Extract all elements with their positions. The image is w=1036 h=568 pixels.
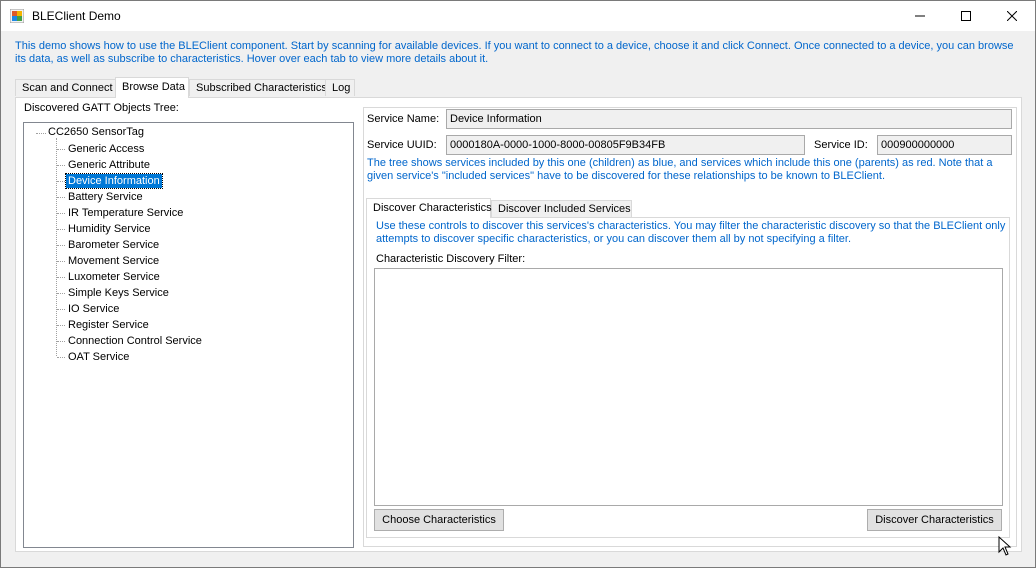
tree-connector xyxy=(36,133,46,134)
tab-subscribed-characteristics[interactable]: Subscribed Characteristics xyxy=(189,79,327,96)
app-window: BLEClient Demo This demo shows how to us… xyxy=(0,0,1036,568)
tree-help-text: The tree shows services included by this… xyxy=(367,157,993,182)
tree-connector xyxy=(57,325,65,326)
close-icon xyxy=(1007,11,1017,21)
tree-connector xyxy=(57,261,65,262)
gatt-tree[interactable]: CC2650 SensorTag Generic Access Generic A… xyxy=(23,122,354,548)
tree-item[interactable]: Generic Access xyxy=(66,142,146,156)
tree-connector xyxy=(57,229,65,230)
tree-connector xyxy=(57,341,65,342)
tree-item[interactable]: IO Service xyxy=(66,302,121,316)
tree-connector xyxy=(57,357,65,358)
maximize-button[interactable] xyxy=(943,1,989,31)
service-name-label: Service Name: xyxy=(367,113,440,125)
service-uuid-label: Service UUID: xyxy=(367,139,437,151)
title-bar: BLEClient Demo xyxy=(1,1,1035,31)
tree-item[interactable]: Barometer Service xyxy=(66,238,161,252)
service-id-field[interactable]: 000900000000 xyxy=(877,135,1012,155)
service-uuid-field[interactable]: 0000180A-0000-1000-8000-00805F9B34FB xyxy=(446,135,805,155)
service-id-label: Service ID: xyxy=(814,139,868,151)
browse-data-panel: Discovered GATT Objects Tree: CC2650 Sen… xyxy=(15,97,1022,552)
close-button[interactable] xyxy=(989,1,1035,31)
discover-characteristics-panel: Use these controls to discover this serv… xyxy=(366,217,1010,538)
app-icon xyxy=(10,9,24,23)
tab-discover-characteristics[interactable]: Discover Characteristics xyxy=(366,198,492,218)
tree-connector xyxy=(57,213,65,214)
tree-item[interactable]: Simple Keys Service xyxy=(66,286,171,300)
window-title: BLEClient Demo xyxy=(32,9,121,23)
tree-connector xyxy=(57,277,65,278)
tree-item[interactable]: Register Service xyxy=(66,318,151,332)
service-details-panel: Service Name: Device Information Service… xyxy=(363,107,1017,547)
tree-root-node[interactable]: CC2650 SensorTag xyxy=(48,126,144,138)
tree-connector xyxy=(57,197,65,198)
tree-connector xyxy=(57,165,65,166)
discover-characteristics-button[interactable]: Discover Characteristics xyxy=(867,509,1002,531)
tree-connector xyxy=(57,149,65,150)
choose-characteristics-button[interactable]: Choose Characteristics xyxy=(374,509,504,531)
tree-connector xyxy=(57,245,65,246)
filter-textarea[interactable] xyxy=(374,268,1003,506)
service-name-field[interactable]: Device Information xyxy=(446,109,1012,129)
tree-item[interactable]: OAT Service xyxy=(66,350,131,364)
tree-connector xyxy=(57,293,65,294)
filter-label: Characteristic Discovery Filter: xyxy=(376,253,526,265)
tree-connector xyxy=(57,181,65,182)
tree-item[interactable]: Luxometer Service xyxy=(66,270,162,284)
mouse-cursor-icon xyxy=(998,536,1012,556)
tree-item[interactable]: Battery Service xyxy=(66,190,145,204)
minimize-icon xyxy=(915,15,925,17)
minimize-button[interactable] xyxy=(897,1,943,31)
tree-item[interactable]: Generic Attribute xyxy=(66,158,152,172)
tree-label: Discovered GATT Objects Tree: xyxy=(24,102,179,114)
tab-browse-data[interactable]: Browse Data xyxy=(115,77,189,98)
tab-scan-and-connect[interactable]: Scan and Connect xyxy=(15,79,116,96)
intro-text: This demo shows how to use the BLEClient… xyxy=(15,40,1014,65)
tree-connector xyxy=(56,138,57,356)
maximize-icon xyxy=(961,11,971,21)
tab-discover-included-services[interactable]: Discover Included Services xyxy=(491,200,632,218)
discover-help-text: Use these controls to discover this serv… xyxy=(376,220,1006,245)
tab-log[interactable]: Log xyxy=(325,79,355,96)
tree-connector xyxy=(57,309,65,310)
tree-item[interactable]: Device Information xyxy=(65,173,163,189)
tree-item[interactable]: Connection Control Service xyxy=(66,334,204,348)
tree-item[interactable]: IR Temperature Service xyxy=(66,206,185,220)
tree-item[interactable]: Humidity Service xyxy=(66,222,153,236)
tree-item[interactable]: Movement Service xyxy=(66,254,161,268)
